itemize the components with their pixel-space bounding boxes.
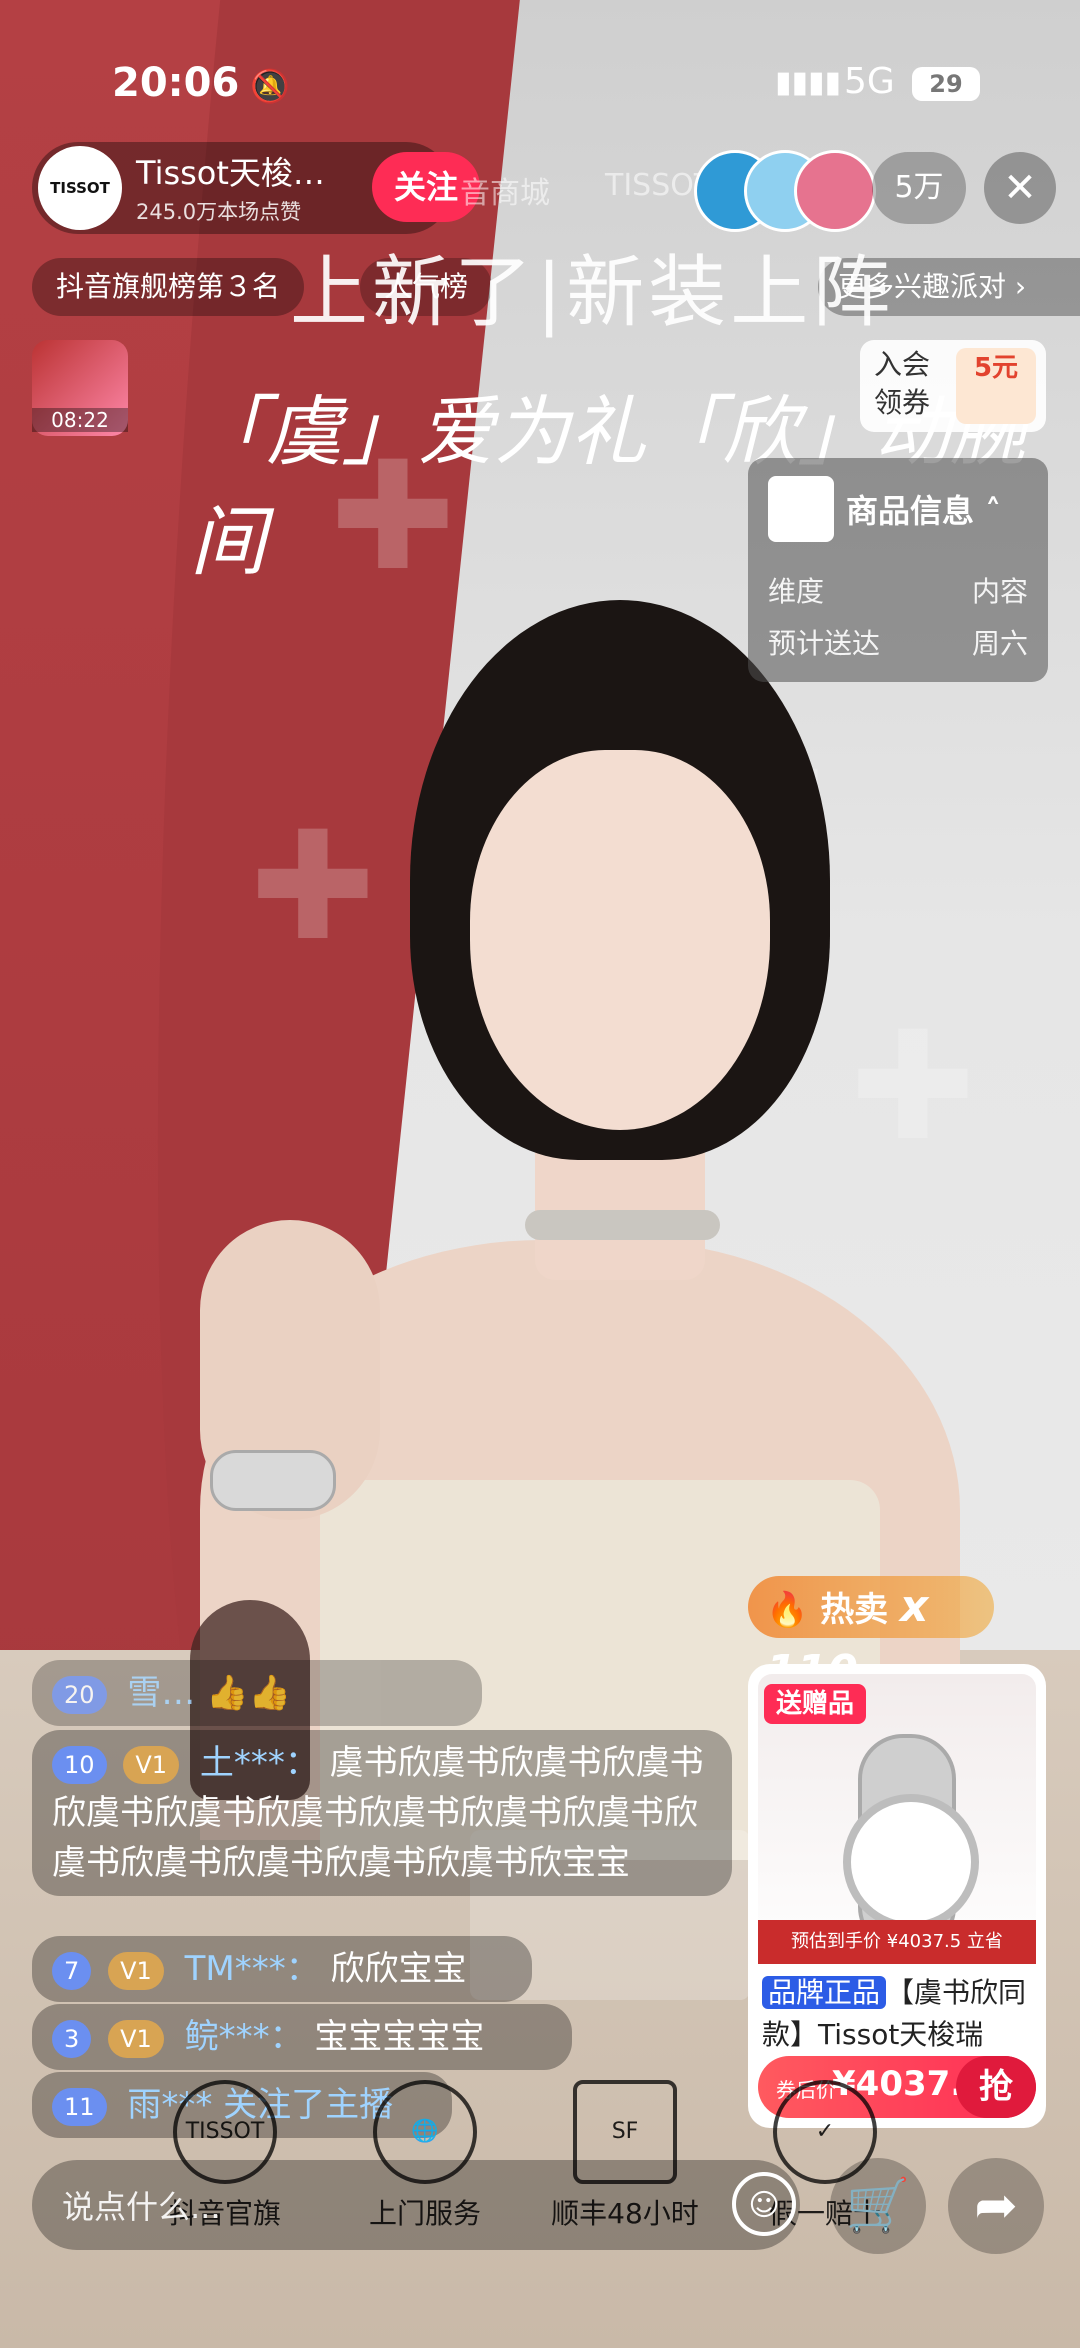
chat-text: 宝宝宝宝宝 bbox=[314, 2017, 485, 2057]
info-key: 维度 bbox=[768, 575, 825, 608]
lucky-bag-timer: 08:22 bbox=[32, 408, 128, 432]
chat-message[interactable]: 3 V1 鲩***： 宝宝宝宝宝 bbox=[32, 2004, 572, 2070]
product-thumbnail bbox=[768, 476, 834, 542]
network-type: 5G bbox=[844, 61, 895, 102]
stage-headline: 上新了|新装上阵 bbox=[290, 248, 895, 338]
close-icon[interactable]: ✕ bbox=[984, 152, 1056, 224]
status-time: 20:06 bbox=[112, 60, 240, 106]
comment-input[interactable]: 说点什么... ☺ bbox=[32, 2160, 800, 2250]
product-info-title[interactable]: 商品信息 ˄ bbox=[846, 486, 1001, 532]
viewer-count[interactable]: 5万 bbox=[872, 152, 966, 224]
viewer-avatar[interactable] bbox=[794, 150, 876, 232]
mall-watermark: 音商城 bbox=[460, 176, 550, 211]
chat-message[interactable]: 7 V1 TM***： 欣欣宝宝 bbox=[32, 1936, 532, 2002]
buy-button[interactable]: 抢 bbox=[956, 2056, 1036, 2118]
fan-club-badge: V1 bbox=[123, 1745, 180, 1784]
user-level-badge: 11 bbox=[52, 2087, 107, 2126]
mute-bell-icon: 🔕 bbox=[250, 67, 290, 105]
wrist-watch bbox=[210, 1450, 336, 1511]
thumbs-up-icon: 👍👍 bbox=[206, 1673, 291, 1713]
chat-username: 雪… bbox=[127, 1673, 196, 1713]
info-row: 维度 内容 bbox=[768, 570, 1028, 610]
chat-text: 欣欣宝宝 bbox=[330, 1949, 467, 1989]
authentic-tag: 品牌正品 bbox=[762, 1976, 887, 2009]
host-name[interactable]: Tissot天梭… bbox=[136, 148, 325, 194]
chat-username: 鲩***： bbox=[184, 2017, 304, 2057]
info-title-text: 商品信息 bbox=[846, 492, 975, 530]
gift-tag: 送赠品 bbox=[764, 1684, 867, 1724]
info-key: 预计送达 bbox=[768, 627, 881, 660]
user-level-badge: 10 bbox=[52, 1745, 107, 1784]
info-value: 内容 bbox=[971, 575, 1028, 608]
rank-badge[interactable]: 抖音旗舰榜第３名 bbox=[32, 258, 305, 316]
user-level-badge: 3 bbox=[52, 2019, 92, 2058]
fan-club-badge: V1 bbox=[108, 1951, 164, 1990]
price-strip: 预估到手价 ¥4037.5 立省 ¥212.5 bbox=[758, 1920, 1036, 1996]
comment-placeholder: 说点什么... bbox=[62, 2188, 221, 2226]
product-card[interactable]: 送赠品 预估到手价 ¥4037.5 立省 ¥212.5 品牌正品 【虞书欣同款】T… bbox=[748, 1664, 1046, 2128]
chat-message[interactable]: 10 V1 土***： 虞书欣虞书欣虞书欣虞书欣虞书欣虞书欣虞书欣虞书欣虞书欣虞… bbox=[32, 1730, 732, 1896]
coupon-value: 5元 bbox=[956, 348, 1036, 424]
chevron-up-icon: ˄ bbox=[985, 492, 1002, 530]
share-icon[interactable]: ➦ bbox=[948, 2158, 1044, 2254]
shopping-cart-icon[interactable]: 🛒 bbox=[830, 2158, 926, 2254]
info-value: 周六 bbox=[971, 627, 1028, 660]
host-info-pill[interactable]: TISSOT Tissot天梭… 245.0万本场点赞 关注 bbox=[32, 142, 480, 234]
lucky-bag-icon[interactable]: 08:22 bbox=[32, 340, 128, 436]
coupon-label: 入会领券 bbox=[874, 348, 931, 419]
fan-club-badge: V1 bbox=[108, 2019, 164, 2058]
hot-sale-badge: 🔥 热卖 x 110 bbox=[748, 1576, 994, 1697]
product-info-panel[interactable]: 商品信息 ˄ 维度 内容 预计送达 周六 bbox=[748, 458, 1048, 682]
chat-username: TM***： bbox=[184, 1949, 320, 1989]
hot-sale-label: 热卖 bbox=[820, 1590, 889, 1630]
host-likes: 245.0万本场点赞 bbox=[136, 200, 302, 224]
chat-message[interactable]: 20 雪… 👍👍 bbox=[32, 1660, 482, 1726]
watch-face-illustration bbox=[843, 1794, 979, 1930]
emoji-icon[interactable]: ☺ bbox=[732, 2172, 796, 2236]
info-row: 预计送达 周六 bbox=[768, 622, 1028, 662]
status-bar: 20:06 🔕 ▮▮▮▮ 5G 29 bbox=[0, 55, 1080, 125]
chat-username: 土***： bbox=[199, 1743, 319, 1783]
user-level-badge: 20 bbox=[52, 1675, 107, 1714]
fire-icon: 🔥 bbox=[766, 1590, 809, 1630]
signal-icon: ▮▮▮▮ bbox=[775, 65, 842, 100]
battery-icon: 29 bbox=[912, 67, 980, 101]
user-level-badge: 7 bbox=[52, 1951, 92, 1990]
host-avatar[interactable]: TISSOT bbox=[38, 146, 122, 230]
member-coupon[interactable]: 入会领券 5元 bbox=[860, 340, 1046, 432]
watch-choker bbox=[525, 1210, 720, 1240]
